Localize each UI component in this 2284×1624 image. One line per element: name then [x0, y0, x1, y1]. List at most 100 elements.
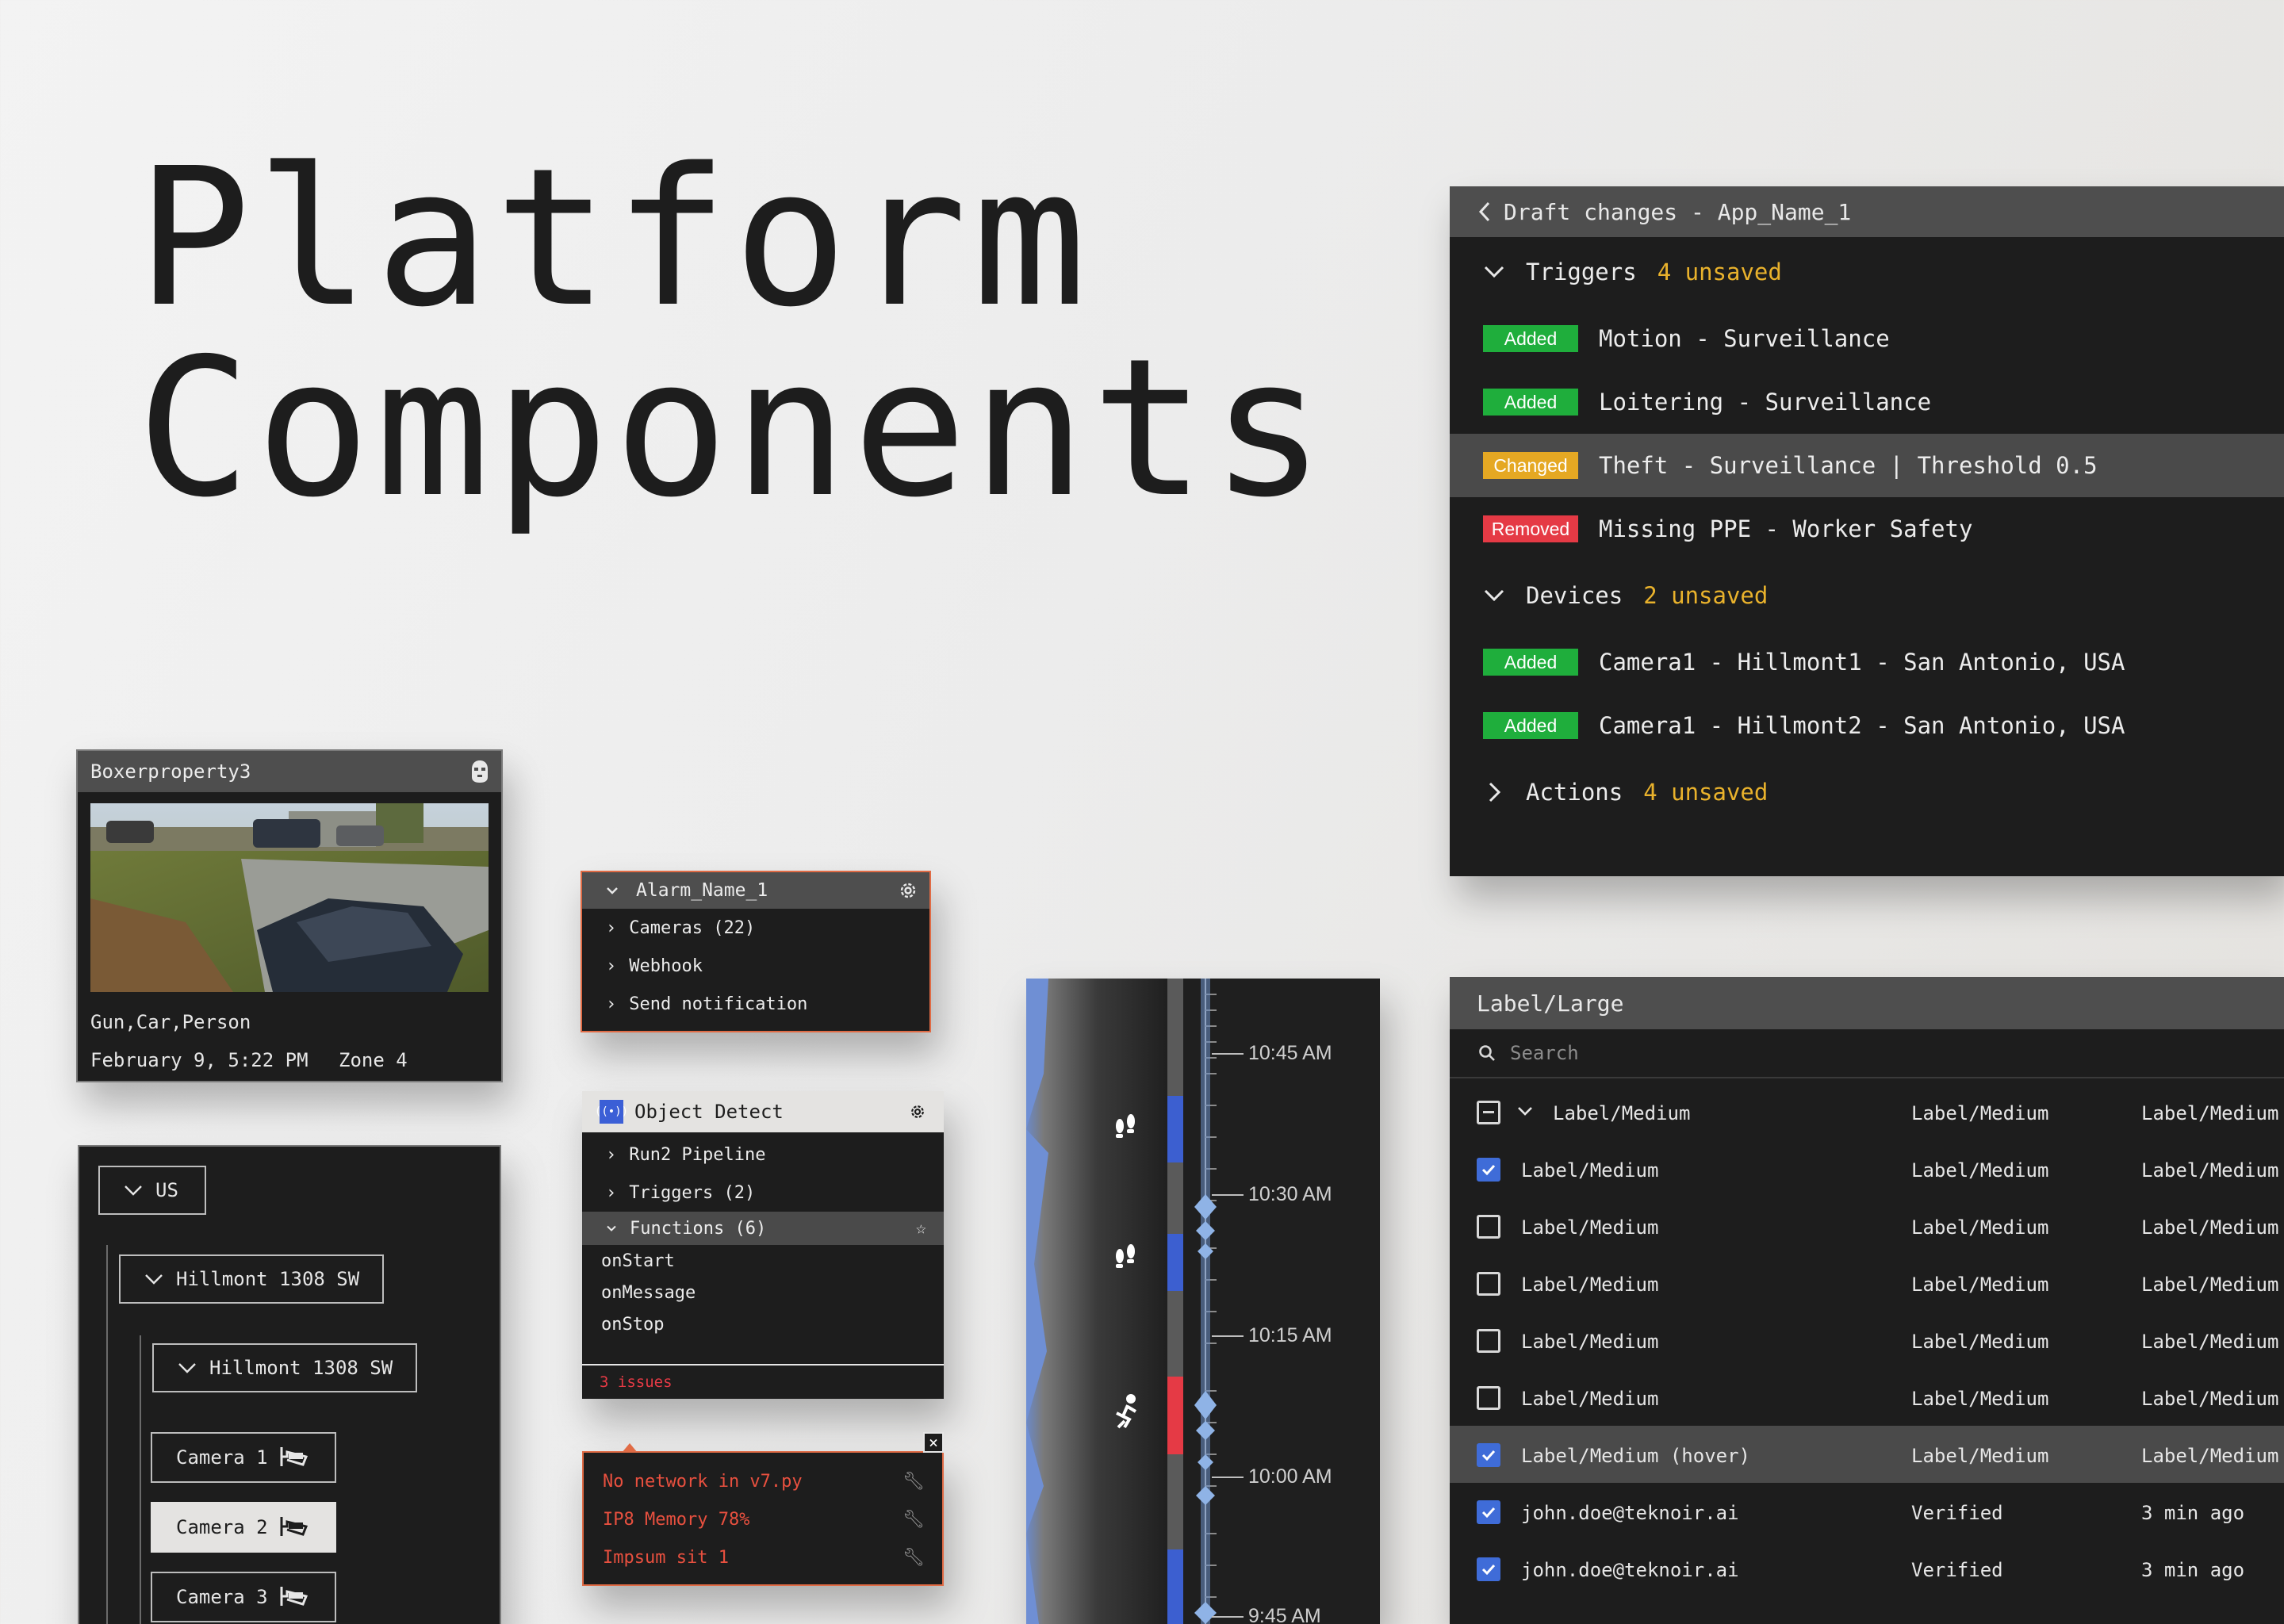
- change-item[interactable]: Added Loitering - Surveillance: [1450, 370, 2284, 434]
- table-cell: Label/Medium: [2141, 1388, 2279, 1410]
- pipeline-item[interactable]: › Run2 Pipeline: [582, 1136, 944, 1174]
- issue-item[interactable]: Impsum sit 1 🔧︎: [584, 1538, 942, 1576]
- camera-event-card[interactable]: Boxerproperty3 Gun,Car,Person February 9…: [76, 749, 503, 1082]
- column-header[interactable]: Label/Medium: [2141, 1102, 2278, 1124]
- timeline-major-tick: [1212, 1194, 1244, 1196]
- table-cell: Label/Medium: [1521, 1159, 1659, 1182]
- detected-objects: Gun,Car,Person: [90, 1011, 251, 1033]
- table-row[interactable]: Label/Medium Label/Medium Label/Medium: [1450, 1197, 2284, 1254]
- column-header[interactable]: Label/Medium: [1553, 1102, 1690, 1124]
- status-badge: Added: [1483, 325, 1578, 352]
- table-row[interactable]: john.doe@teknoir.ai Verified 3 min ago: [1450, 1483, 2284, 1540]
- change-text: Camera1 - Hillmont1 - San Antonio, USA: [1599, 649, 2125, 676]
- section-label: Triggers: [1526, 259, 1637, 285]
- function-item[interactable]: onStop: [582, 1308, 944, 1340]
- tree-node-us[interactable]: US: [98, 1166, 206, 1215]
- chevron-left-icon[interactable]: [1477, 201, 1493, 223]
- table-cell: Label/Medium: [1911, 1388, 2049, 1410]
- search-bar[interactable]: Search: [1450, 1029, 2284, 1078]
- section-label: Devices: [1526, 582, 1623, 609]
- draft-changes-title: Draft changes - App_Name_1: [1504, 198, 1852, 225]
- gear-icon[interactable]: [909, 1103, 926, 1120]
- column-header[interactable]: Label/Medium: [1911, 1102, 2048, 1124]
- unsaved-count: 4 unsaved: [1643, 779, 1769, 806]
- wrench-icon[interactable]: 🔧︎: [902, 1510, 925, 1530]
- change-item[interactable]: Changed Theft - Surveillance | Threshold…: [1450, 434, 2284, 497]
- alarm-title: Alarm_Name_1: [636, 880, 768, 901]
- tree-node-site[interactable]: Hillmont 1308 SW: [119, 1254, 384, 1304]
- gear-icon[interactable]: [898, 880, 918, 901]
- change-item[interactable]: Removed Missing PPE - Worker Safety: [1450, 497, 2284, 561]
- row-checkbox[interactable]: [1477, 1215, 1500, 1239]
- camera-label: Camera 2: [176, 1516, 268, 1538]
- table-row[interactable]: Label/Medium Label/Medium Label/Medium: [1450, 1369, 2284, 1426]
- chevron-right-icon: ›: [606, 1144, 617, 1165]
- chevron-right-icon: ›: [606, 994, 617, 1014]
- alarm-item[interactable]: › Cameras (22): [582, 909, 929, 947]
- change-item[interactable]: Added Camera1 - Hillmont1 - San Antonio,…: [1450, 630, 2284, 694]
- tree-node-building[interactable]: Hillmont 1308 SW: [152, 1343, 417, 1392]
- camera-label: Camera 3: [176, 1586, 268, 1608]
- change-text: Motion - Surveillance: [1599, 325, 1890, 352]
- chevron-down-icon: [1484, 266, 1504, 278]
- camera-node[interactable]: Camera 3: [151, 1572, 336, 1622]
- close-icon[interactable]: ×: [923, 1432, 944, 1453]
- issues-popover: × No network in v7.py 🔧︎ IP8 Memory 78% …: [582, 1432, 944, 1586]
- mask-icon: [472, 760, 488, 783]
- timeline-major-tick: [1212, 1616, 1244, 1618]
- change-item[interactable]: Added Motion - Surveillance: [1450, 307, 2284, 370]
- issue-item[interactable]: No network in v7.py 🔧︎: [584, 1462, 942, 1500]
- chevron-down-icon[interactable]: [1516, 1102, 1534, 1120]
- table-row[interactable]: Label/Medium Label/Medium Label/Medium: [1450, 1254, 2284, 1312]
- select-all-checkbox[interactable]: [1477, 1101, 1500, 1124]
- row-checkbox-checked[interactable]: [1477, 1443, 1500, 1467]
- event-timeline[interactable]: 10:45 AM 10:30 AM 10:15 AM 10:00 AM 9:45…: [1026, 979, 1380, 1624]
- section-actions[interactable]: Actions 4 unsaved: [1450, 757, 2284, 827]
- function-item[interactable]: onStart: [582, 1245, 944, 1277]
- status-badge: Added: [1483, 649, 1578, 676]
- section-devices[interactable]: Devices 2 unsaved: [1450, 561, 2284, 630]
- timeline-time-label: 10:45 AM: [1248, 1042, 1332, 1064]
- table-cell: Label/Medium: [2141, 1216, 2279, 1239]
- row-checkbox-checked[interactable]: [1477, 1158, 1500, 1182]
- table-cell: Label/Medium: [1911, 1445, 2049, 1467]
- location-tree: US Hillmont 1308 SW Hillmont 1308 SW Cam…: [78, 1145, 501, 1624]
- table-row[interactable]: john.doe@teknoir.ai Verified 3 min ago: [1450, 1540, 2284, 1597]
- function-item[interactable]: onMessage: [582, 1277, 944, 1308]
- star-icon[interactable]: ☆: [916, 1219, 926, 1239]
- row-checkbox-checked[interactable]: [1477, 1557, 1500, 1581]
- issues-link[interactable]: 3 issues: [582, 1364, 944, 1399]
- alarm-header[interactable]: Alarm_Name_1: [582, 872, 929, 909]
- timeline-major-tick: [1212, 1335, 1244, 1337]
- row-checkbox[interactable]: [1477, 1329, 1500, 1353]
- chevron-down-icon: [145, 1274, 163, 1285]
- issue-item[interactable]: IP8 Memory 78% 🔧︎: [584, 1500, 942, 1538]
- row-checkbox[interactable]: [1477, 1272, 1500, 1296]
- hero-title-line1: Platform: [136, 127, 1091, 349]
- table-row[interactable]: Label/Medium Label/Medium Label/Medium: [1450, 1312, 2284, 1369]
- object-detect-title: Object Detect: [634, 1101, 784, 1123]
- object-detect-header[interactable]: ((•)) Object Detect: [582, 1091, 944, 1132]
- alarm-item-label: Send notification: [629, 994, 808, 1014]
- row-checkbox-checked[interactable]: [1477, 1500, 1500, 1524]
- table-row-hover[interactable]: Label/Medium (hover) Label/Medium Label/…: [1450, 1426, 2284, 1483]
- chevron-down-icon: [178, 1363, 196, 1373]
- wrench-icon[interactable]: 🔧︎: [902, 1472, 925, 1492]
- alarm-item[interactable]: › Send notification: [582, 985, 929, 1023]
- camera-node-selected[interactable]: Camera 2: [151, 1502, 336, 1553]
- wrench-icon[interactable]: 🔧︎: [902, 1548, 925, 1568]
- change-item[interactable]: Added Camera1 - Hillmont2 - San Antonio,…: [1450, 694, 2284, 757]
- tree-node-label: US: [155, 1179, 178, 1201]
- section-triggers[interactable]: Triggers 4 unsaved: [1450, 237, 2284, 307]
- table-row[interactable]: Label/Medium Label/Medium Label/Medium: [1450, 1140, 2284, 1197]
- functions-group[interactable]: Functions (6) ☆: [582, 1212, 944, 1245]
- alarm-item[interactable]: › Webhook: [582, 947, 929, 985]
- row-checkbox[interactable]: [1477, 1386, 1500, 1410]
- pipeline-item[interactable]: › Triggers (2): [582, 1174, 944, 1212]
- camera-node[interactable]: Camera 1: [151, 1432, 336, 1483]
- change-text: Missing PPE - Worker Safety: [1599, 515, 1973, 542]
- broadcast-icon: ((•)): [595, 1100, 628, 1124]
- event-meta: February 9, 5:22 PM Zone 4: [90, 1049, 408, 1071]
- draft-changes-header[interactable]: Draft changes - App_Name_1: [1450, 186, 2284, 237]
- camera-snapshot-image[interactable]: [90, 803, 489, 992]
